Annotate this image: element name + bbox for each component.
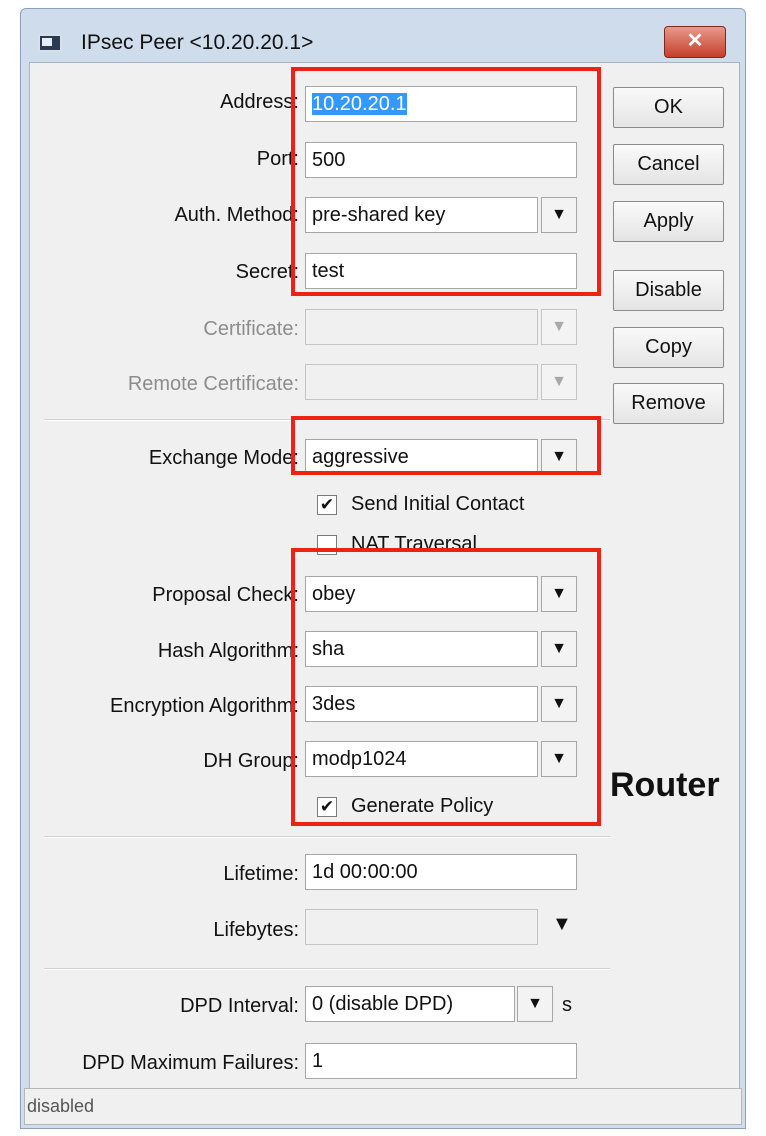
copy-button[interactable]: Copy bbox=[613, 327, 724, 368]
dpd-interval-unit: s bbox=[562, 994, 572, 1016]
cancel-button[interactable]: Cancel bbox=[613, 144, 724, 185]
apply-button[interactable]: Apply bbox=[613, 201, 724, 242]
lifetime-value: 1d 00:00:00 bbox=[312, 861, 418, 883]
certificate-dropdown-icon: ▼ bbox=[541, 309, 577, 345]
lifebytes-dropdown-icon[interactable]: ▼ bbox=[552, 913, 572, 936]
secret-label: Secret: bbox=[235, 261, 299, 283]
router-overlay-text: Router bbox=[610, 766, 720, 804]
exchange-mode-label: Exchange Mode: bbox=[148, 447, 299, 469]
close-button[interactable]: ✕ bbox=[664, 26, 726, 58]
remove-button[interactable]: Remove bbox=[613, 383, 724, 424]
dh-group-label: DH Group: bbox=[203, 750, 299, 772]
dpd-max-failures-label: DPD Maximum Failures: bbox=[82, 1052, 299, 1074]
auth-method-label: Auth. Method: bbox=[174, 204, 299, 226]
lifetime-label: Lifetime: bbox=[223, 863, 299, 885]
remote-certificate-select bbox=[305, 364, 538, 400]
address-label: Address: bbox=[220, 91, 299, 113]
hash-algorithm-label: Hash Algorithm: bbox=[157, 640, 299, 662]
remote-certificate-label: Remote Certificate: bbox=[127, 373, 299, 395]
window-title: IPsec Peer <10.20.20.1> bbox=[81, 31, 314, 54]
separator bbox=[44, 968, 610, 970]
ok-button[interactable]: OK bbox=[613, 87, 724, 128]
send-initial-contact-label: Send Initial Contact bbox=[351, 493, 525, 515]
highlight-box-exchange-mode bbox=[291, 416, 601, 475]
dpd-interval-select[interactable]: 0 (disable DPD) bbox=[305, 986, 515, 1022]
send-initial-contact-checkbox[interactable]: ✔ bbox=[317, 495, 337, 515]
dpd-interval-label: DPD Interval: bbox=[180, 995, 299, 1017]
dpd-max-failures-value: 1 bbox=[312, 1050, 324, 1072]
remote-certificate-dropdown-icon: ▼ bbox=[541, 364, 577, 400]
status-bar: disabled bbox=[24, 1088, 742, 1125]
dpd-interval-dropdown-icon[interactable]: ▼ bbox=[517, 986, 553, 1022]
window-icon bbox=[38, 34, 62, 52]
proposal-check-label: Proposal Check: bbox=[152, 584, 299, 606]
dpd-max-failures-field[interactable]: 1 bbox=[305, 1043, 577, 1079]
lifebytes-field[interactable] bbox=[305, 909, 538, 945]
lifetime-field[interactable]: 1d 00:00:00 bbox=[305, 854, 577, 890]
certificate-label: Certificate: bbox=[203, 318, 299, 340]
highlight-box-proposal bbox=[291, 548, 601, 826]
encryption-algorithm-label: Encryption Algorithm: bbox=[110, 695, 299, 717]
lifebytes-label: Lifebytes: bbox=[213, 919, 299, 941]
dpd-interval-value: 0 (disable DPD) bbox=[312, 993, 454, 1015]
certificate-select bbox=[305, 309, 538, 345]
highlight-box-auth bbox=[291, 67, 601, 296]
disable-button[interactable]: Disable bbox=[613, 270, 724, 311]
separator bbox=[44, 836, 610, 838]
